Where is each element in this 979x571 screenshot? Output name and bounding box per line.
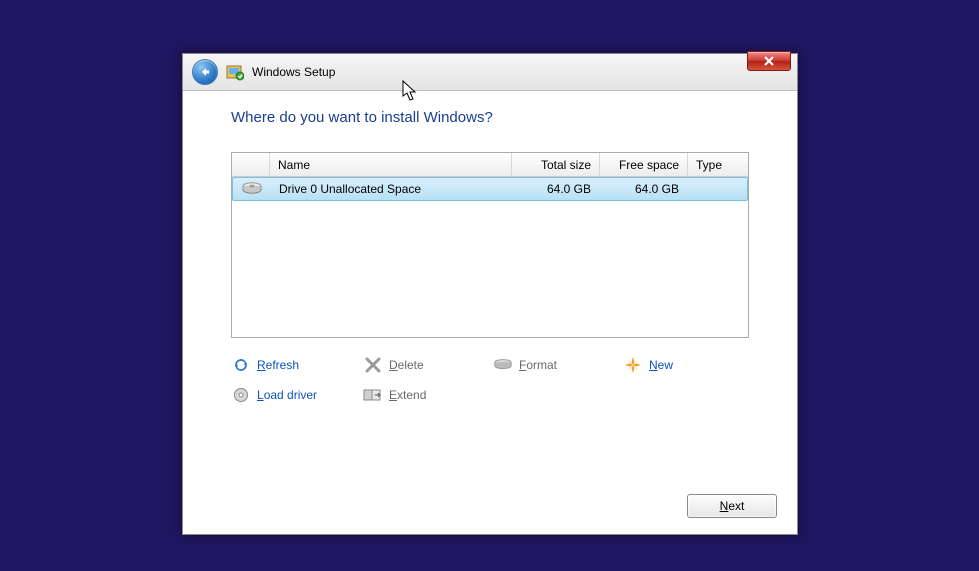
- back-arrow-icon: [199, 66, 211, 78]
- drive-table: Name Total size Free space Type: [231, 152, 749, 338]
- setup-icon: [226, 63, 244, 81]
- drive-name: Drive 0 Unallocated Space: [271, 182, 511, 196]
- refresh-icon: [231, 356, 251, 374]
- new-icon: [623, 356, 643, 374]
- cursor-icon: [402, 80, 418, 102]
- close-icon: [763, 55, 775, 67]
- new-action[interactable]: New: [623, 356, 743, 374]
- extend-label: Extend: [389, 388, 426, 402]
- load-driver-icon: [231, 386, 251, 404]
- table-row[interactable]: Drive 0 Unallocated Space 64.0 GB 64.0 G…: [232, 177, 748, 201]
- next-button[interactable]: Next: [687, 494, 777, 518]
- format-action: Format: [493, 356, 623, 374]
- col-total-header[interactable]: Total size: [512, 153, 600, 176]
- extend-action: Extend: [363, 386, 493, 404]
- col-icon-header[interactable]: [232, 153, 270, 176]
- drive-total: 64.0 GB: [511, 182, 599, 196]
- back-button[interactable]: [192, 59, 218, 85]
- new-label: New: [649, 358, 673, 372]
- delete-label: Delete: [389, 358, 424, 372]
- col-free-header[interactable]: Free space: [600, 153, 688, 176]
- drive-icon: [241, 181, 263, 197]
- load-driver-label: Load driver: [257, 388, 317, 402]
- window-title: Windows Setup: [252, 65, 335, 79]
- titlebar: Windows Setup: [183, 54, 797, 91]
- refresh-label: Refresh: [257, 358, 299, 372]
- format-label: Format: [519, 358, 557, 372]
- format-icon: [493, 356, 513, 374]
- footer: Next: [687, 494, 777, 518]
- col-type-header[interactable]: Type: [688, 153, 748, 176]
- setup-window: Windows Setup Where do you want to insta…: [182, 53, 798, 535]
- actions-panel: Refresh Delete Format: [231, 356, 749, 404]
- delete-icon: [363, 356, 383, 374]
- content-area: Where do you want to install Windows? Na…: [183, 91, 797, 404]
- drive-free: 64.0 GB: [599, 182, 687, 196]
- delete-action: Delete: [363, 356, 493, 374]
- close-button[interactable]: [747, 51, 791, 71]
- refresh-action[interactable]: Refresh: [231, 356, 363, 374]
- extend-icon: [363, 386, 383, 404]
- table-header: Name Total size Free space Type: [232, 153, 748, 177]
- col-name-header[interactable]: Name: [270, 153, 512, 176]
- page-heading: Where do you want to install Windows?: [231, 109, 749, 126]
- table-body: Drive 0 Unallocated Space 64.0 GB 64.0 G…: [232, 177, 748, 337]
- load-driver-action[interactable]: Load driver: [231, 386, 363, 404]
